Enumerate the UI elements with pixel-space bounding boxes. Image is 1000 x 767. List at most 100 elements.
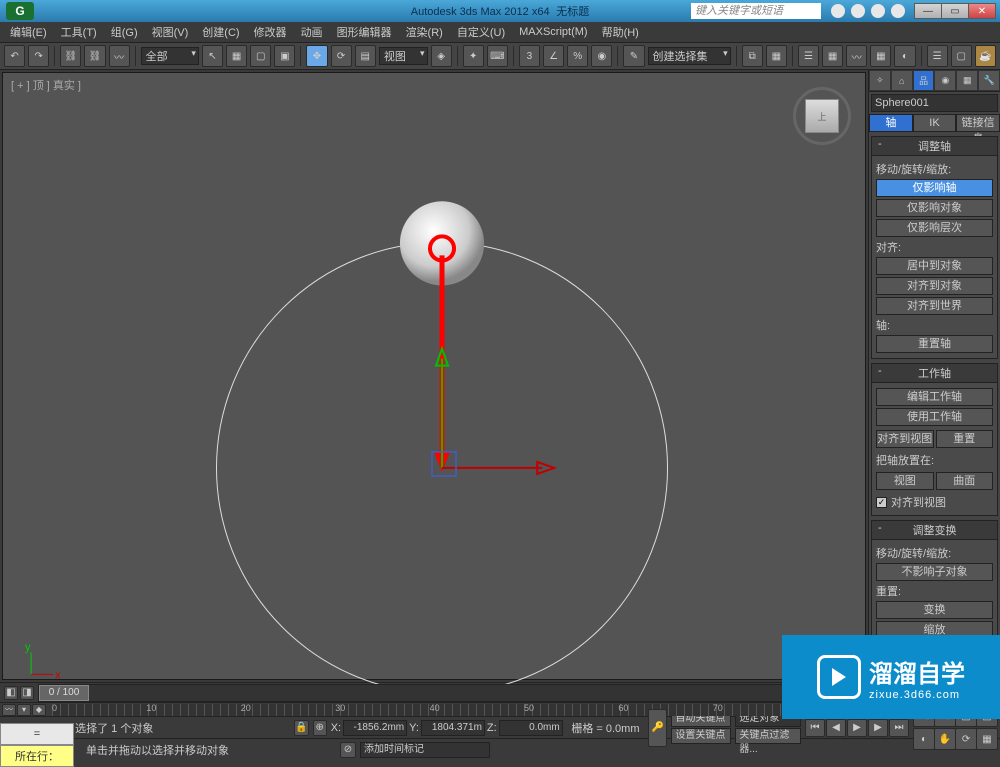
reset-working-pivot-button[interactable]: 重置 [936, 430, 994, 448]
refcoord-dropdown[interactable]: 视图 [379, 47, 428, 65]
graphite-button[interactable]: ▦ [822, 45, 843, 67]
menu-group[interactable]: 组(G) [105, 22, 144, 42]
redo-button[interactable]: ↷ [28, 45, 49, 67]
trackbar-filter-icon[interactable]: ▾ [17, 704, 31, 716]
place-view-button[interactable]: 视图 [876, 472, 934, 490]
affect-object-only-button[interactable]: 仅影响对象 [876, 199, 993, 217]
scale-button[interactable]: ▤ [355, 45, 376, 67]
viewcube-face[interactable]: 上 [805, 99, 839, 133]
app-logo-icon[interactable]: G [6, 2, 34, 20]
minimize-button[interactable]: — [914, 3, 942, 19]
place-surface-button[interactable]: 曲面 [936, 472, 994, 490]
material-editor-button[interactable]: ◐ [894, 45, 915, 67]
menu-help[interactable]: 帮助(H) [596, 22, 645, 42]
maximize-viewport-button[interactable]: ▦ [976, 728, 998, 750]
align-button[interactable]: ▦ [766, 45, 787, 67]
help-search-input[interactable]: 键入关键字或短语 [691, 3, 821, 19]
menu-customize[interactable]: 自定义(U) [451, 22, 511, 42]
menu-edit[interactable]: 编辑(E) [4, 22, 53, 42]
help-icon[interactable] [891, 4, 905, 18]
curve-editor-button[interactable]: 〰 [846, 45, 867, 67]
x-input[interactable]: -1856.2mm [343, 720, 407, 736]
motion-tab-icon[interactable]: ◉ [934, 70, 956, 91]
key-filters-button[interactable]: 关键点过滤器... [735, 728, 801, 744]
layer-manager-button[interactable]: ☰ [798, 45, 819, 67]
utilities-tab-icon[interactable]: 🔧 [978, 70, 1000, 91]
fov-button[interactable]: ◐ [913, 728, 935, 750]
set-key-big-button[interactable]: 🔑 [648, 709, 667, 747]
affect-hierarchy-only-button[interactable]: 仅影响层次 [876, 219, 993, 237]
display-tab-icon[interactable]: ▦ [956, 70, 978, 91]
menu-rendering[interactable]: 渲染(R) [400, 22, 449, 42]
align-to-world-button[interactable]: 对齐到世界 [876, 297, 993, 315]
viewcube[interactable]: 上 [787, 81, 857, 151]
schematic-view-button[interactable]: ▦ [870, 45, 891, 67]
mirror-button[interactable]: ⧉ [742, 45, 763, 67]
link-button[interactable]: ⛓ [60, 45, 81, 67]
linkinfo-tab[interactable]: 链接信息 [956, 114, 1000, 132]
manipulate-button[interactable]: ✦ [463, 45, 484, 67]
time-tag-input[interactable]: 添加时间标记 [360, 742, 490, 758]
listener-input[interactable]: 所在行： [0, 745, 74, 767]
search-icon[interactable] [831, 4, 845, 18]
undo-button[interactable]: ↶ [4, 45, 25, 67]
spinner-snap-button[interactable]: ◉ [591, 45, 612, 67]
snap-toggle-3-button[interactable]: 3 [519, 45, 540, 67]
rollout-header[interactable]: 调整变换 [872, 521, 997, 540]
edit-working-pivot-button[interactable]: 编辑工作轴 [876, 388, 993, 406]
menu-create[interactable]: 创建(C) [196, 22, 245, 42]
selection-lock-icon[interactable]: 🔒 [294, 720, 308, 736]
y-input[interactable]: 1804.371m [421, 720, 485, 736]
menu-animation[interactable]: 动画 [295, 22, 329, 42]
trackbar-keys-icon[interactable]: ◆ [32, 704, 46, 716]
menu-view[interactable]: 视图(V) [146, 22, 195, 42]
menu-maxscript[interactable]: MAXScript(M) [513, 24, 593, 40]
prev-frame-button[interactable]: ◀ [826, 719, 846, 737]
menu-graph-editors[interactable]: 图形编辑器 [331, 22, 398, 42]
rollout-header[interactable]: 工作轴 [872, 364, 997, 383]
hierarchy-tab-icon[interactable]: 品 [913, 70, 935, 91]
select-object-button[interactable]: ↖ [202, 45, 223, 67]
reset-pivot-button[interactable]: 重置轴 [876, 335, 993, 353]
time-slider-thumb[interactable]: 0 / 100 [39, 685, 89, 701]
dont-affect-children-button[interactable]: 不影响子对象 [876, 563, 993, 581]
selection-filter-dropdown[interactable]: 全部 [141, 47, 199, 65]
percent-snap-button[interactable]: % [567, 45, 588, 67]
edit-named-sel-button[interactable]: ✎ [623, 45, 644, 67]
select-by-name-button[interactable]: ▦ [226, 45, 247, 67]
next-frame-button[interactable]: ▶ [868, 719, 888, 737]
goto-end-button[interactable]: ⏭ [889, 719, 909, 737]
viewport-top[interactable]: [ + ] 顶 ] 真实 ] [2, 72, 866, 680]
time-tag-icon[interactable]: ⊘ [340, 742, 356, 758]
ik-tab[interactable]: IK [913, 114, 957, 132]
unlink-button[interactable]: ⛓ [84, 45, 105, 67]
center-to-object-button[interactable]: 居中到对象 [876, 257, 993, 275]
align-to-object-button[interactable]: 对齐到对象 [876, 277, 993, 295]
pan-button[interactable]: ✋ [934, 728, 956, 750]
rollout-scroll[interactable]: 调整轴 移动/旋转/缩放: 仅影响轴 仅影响对象 仅影响层次 对齐: 居中到对象… [869, 132, 1000, 682]
time-slider-mode-icon[interactable]: ◨ [20, 686, 34, 700]
keyboard-shortcut-button[interactable]: ⌨ [487, 45, 508, 67]
z-input[interactable]: 0.0mm [499, 720, 563, 736]
select-region-button[interactable]: ▢ [250, 45, 271, 67]
communication-icon[interactable] [851, 4, 865, 18]
menu-modifiers[interactable]: 修改器 [248, 22, 293, 42]
menu-tools[interactable]: 工具(T) [55, 22, 103, 42]
bind-spacewarp-button[interactable]: 〰 [109, 45, 130, 67]
use-working-pivot-button[interactable]: 使用工作轴 [876, 408, 993, 426]
orbit-button[interactable]: ⟳ [955, 728, 977, 750]
rotate-button[interactable]: ⟳ [331, 45, 352, 67]
object-name-input[interactable]: Sphere001 [871, 94, 998, 112]
named-sel-dropdown[interactable]: 创建选择集 [648, 47, 731, 65]
favorites-icon[interactable] [871, 4, 885, 18]
align-to-view-button[interactable]: 对齐到视图 [876, 430, 934, 448]
mini-curve-editor-icon[interactable]: 〰 [2, 704, 16, 716]
create-tab-icon[interactable]: ✧ [869, 70, 891, 91]
render-button[interactable]: ☕ [975, 45, 996, 67]
play-button[interactable]: ▶ [847, 719, 867, 737]
close-button[interactable]: ✕ [968, 3, 996, 19]
listener-mini-button[interactable]: = [0, 723, 74, 745]
time-slider-lock-icon[interactable]: ◧ [4, 686, 18, 700]
rollout-header[interactable]: 调整轴 [872, 137, 997, 156]
window-crossing-button[interactable]: ▣ [274, 45, 295, 67]
